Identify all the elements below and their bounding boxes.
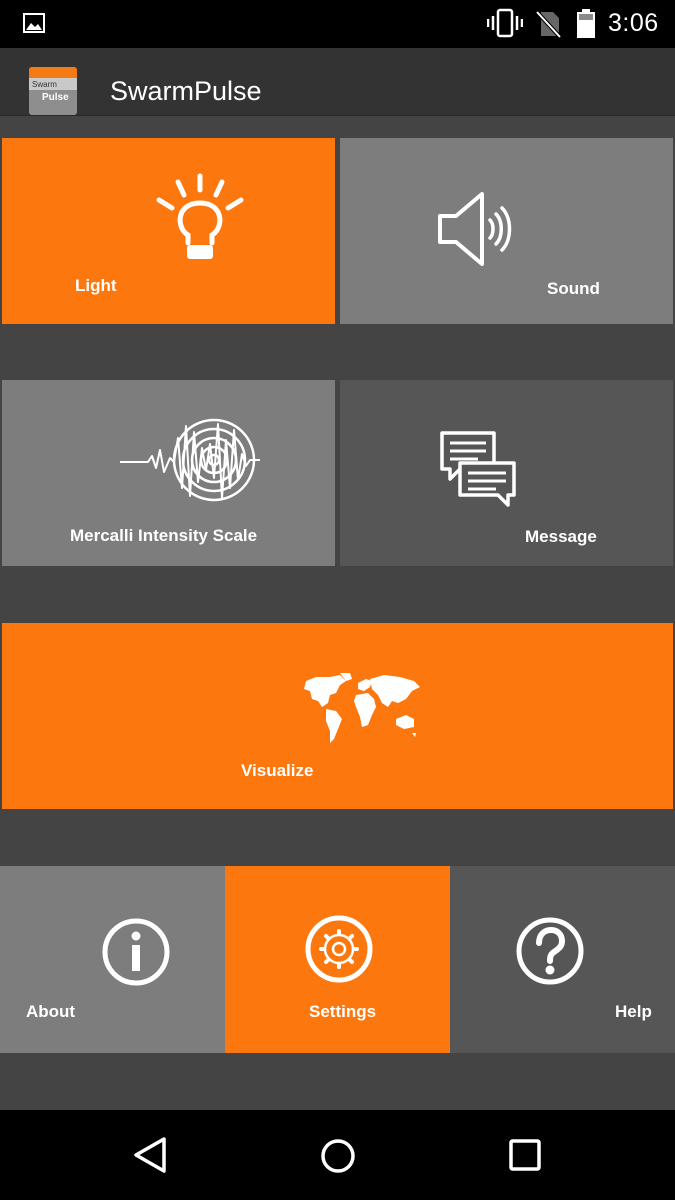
vibrate-icon bbox=[487, 8, 523, 38]
no-sim-icon bbox=[535, 10, 561, 38]
mercalli-label: Mercalli Intensity Scale bbox=[70, 526, 258, 545]
sound-tile[interactable]: Sound bbox=[340, 138, 673, 324]
message-tile[interactable]: Message bbox=[340, 380, 673, 566]
app-logo: Swarm Pulse bbox=[29, 67, 77, 115]
question-icon bbox=[516, 917, 584, 985]
lightbulb-icon bbox=[156, 173, 244, 259]
chat-bubbles-icon bbox=[440, 431, 516, 507]
about-tile[interactable]: About bbox=[0, 866, 225, 1053]
visualize-label: Visualize bbox=[241, 761, 314, 780]
recents-icon[interactable] bbox=[508, 1138, 542, 1172]
visualize-tile[interactable]: Visualize bbox=[2, 623, 673, 809]
status-bar: 3:06 bbox=[0, 0, 675, 48]
gear-icon bbox=[305, 915, 373, 983]
speaker-icon bbox=[438, 192, 512, 266]
mercalli-tile[interactable]: Mercalli Intensity Scale bbox=[2, 380, 335, 566]
light-tile[interactable]: Light bbox=[2, 138, 335, 324]
info-icon bbox=[102, 918, 170, 986]
help-label: Help bbox=[615, 1002, 652, 1021]
main-grid: Light Sound Mercalli Intensity Scale Mes… bbox=[0, 116, 675, 1110]
back-icon[interactable] bbox=[132, 1136, 168, 1174]
navigation-bar bbox=[0, 1110, 675, 1200]
gallery-icon bbox=[23, 13, 45, 33]
message-label: Message bbox=[525, 527, 597, 546]
logo-text-swarm: Swarm bbox=[32, 80, 57, 89]
seismic-icon bbox=[120, 418, 260, 502]
logo-text-pulse: Pulse bbox=[42, 92, 69, 103]
sound-label: Sound bbox=[547, 279, 600, 298]
light-label: Light bbox=[75, 276, 117, 295]
world-map-icon bbox=[304, 673, 420, 743]
settings-label: Settings bbox=[309, 1002, 377, 1021]
logo-stripe bbox=[29, 67, 77, 78]
about-label: About bbox=[26, 1002, 76, 1021]
clock: 3:06 bbox=[608, 9, 659, 37]
settings-tile[interactable]: Settings bbox=[225, 866, 450, 1053]
app-title: SwarmPulse bbox=[110, 76, 262, 106]
home-icon[interactable] bbox=[319, 1137, 357, 1175]
app-bar: Swarm Pulse SwarmPulse bbox=[0, 48, 675, 116]
help-tile[interactable]: Help bbox=[450, 866, 675, 1053]
battery-icon bbox=[577, 9, 595, 38]
